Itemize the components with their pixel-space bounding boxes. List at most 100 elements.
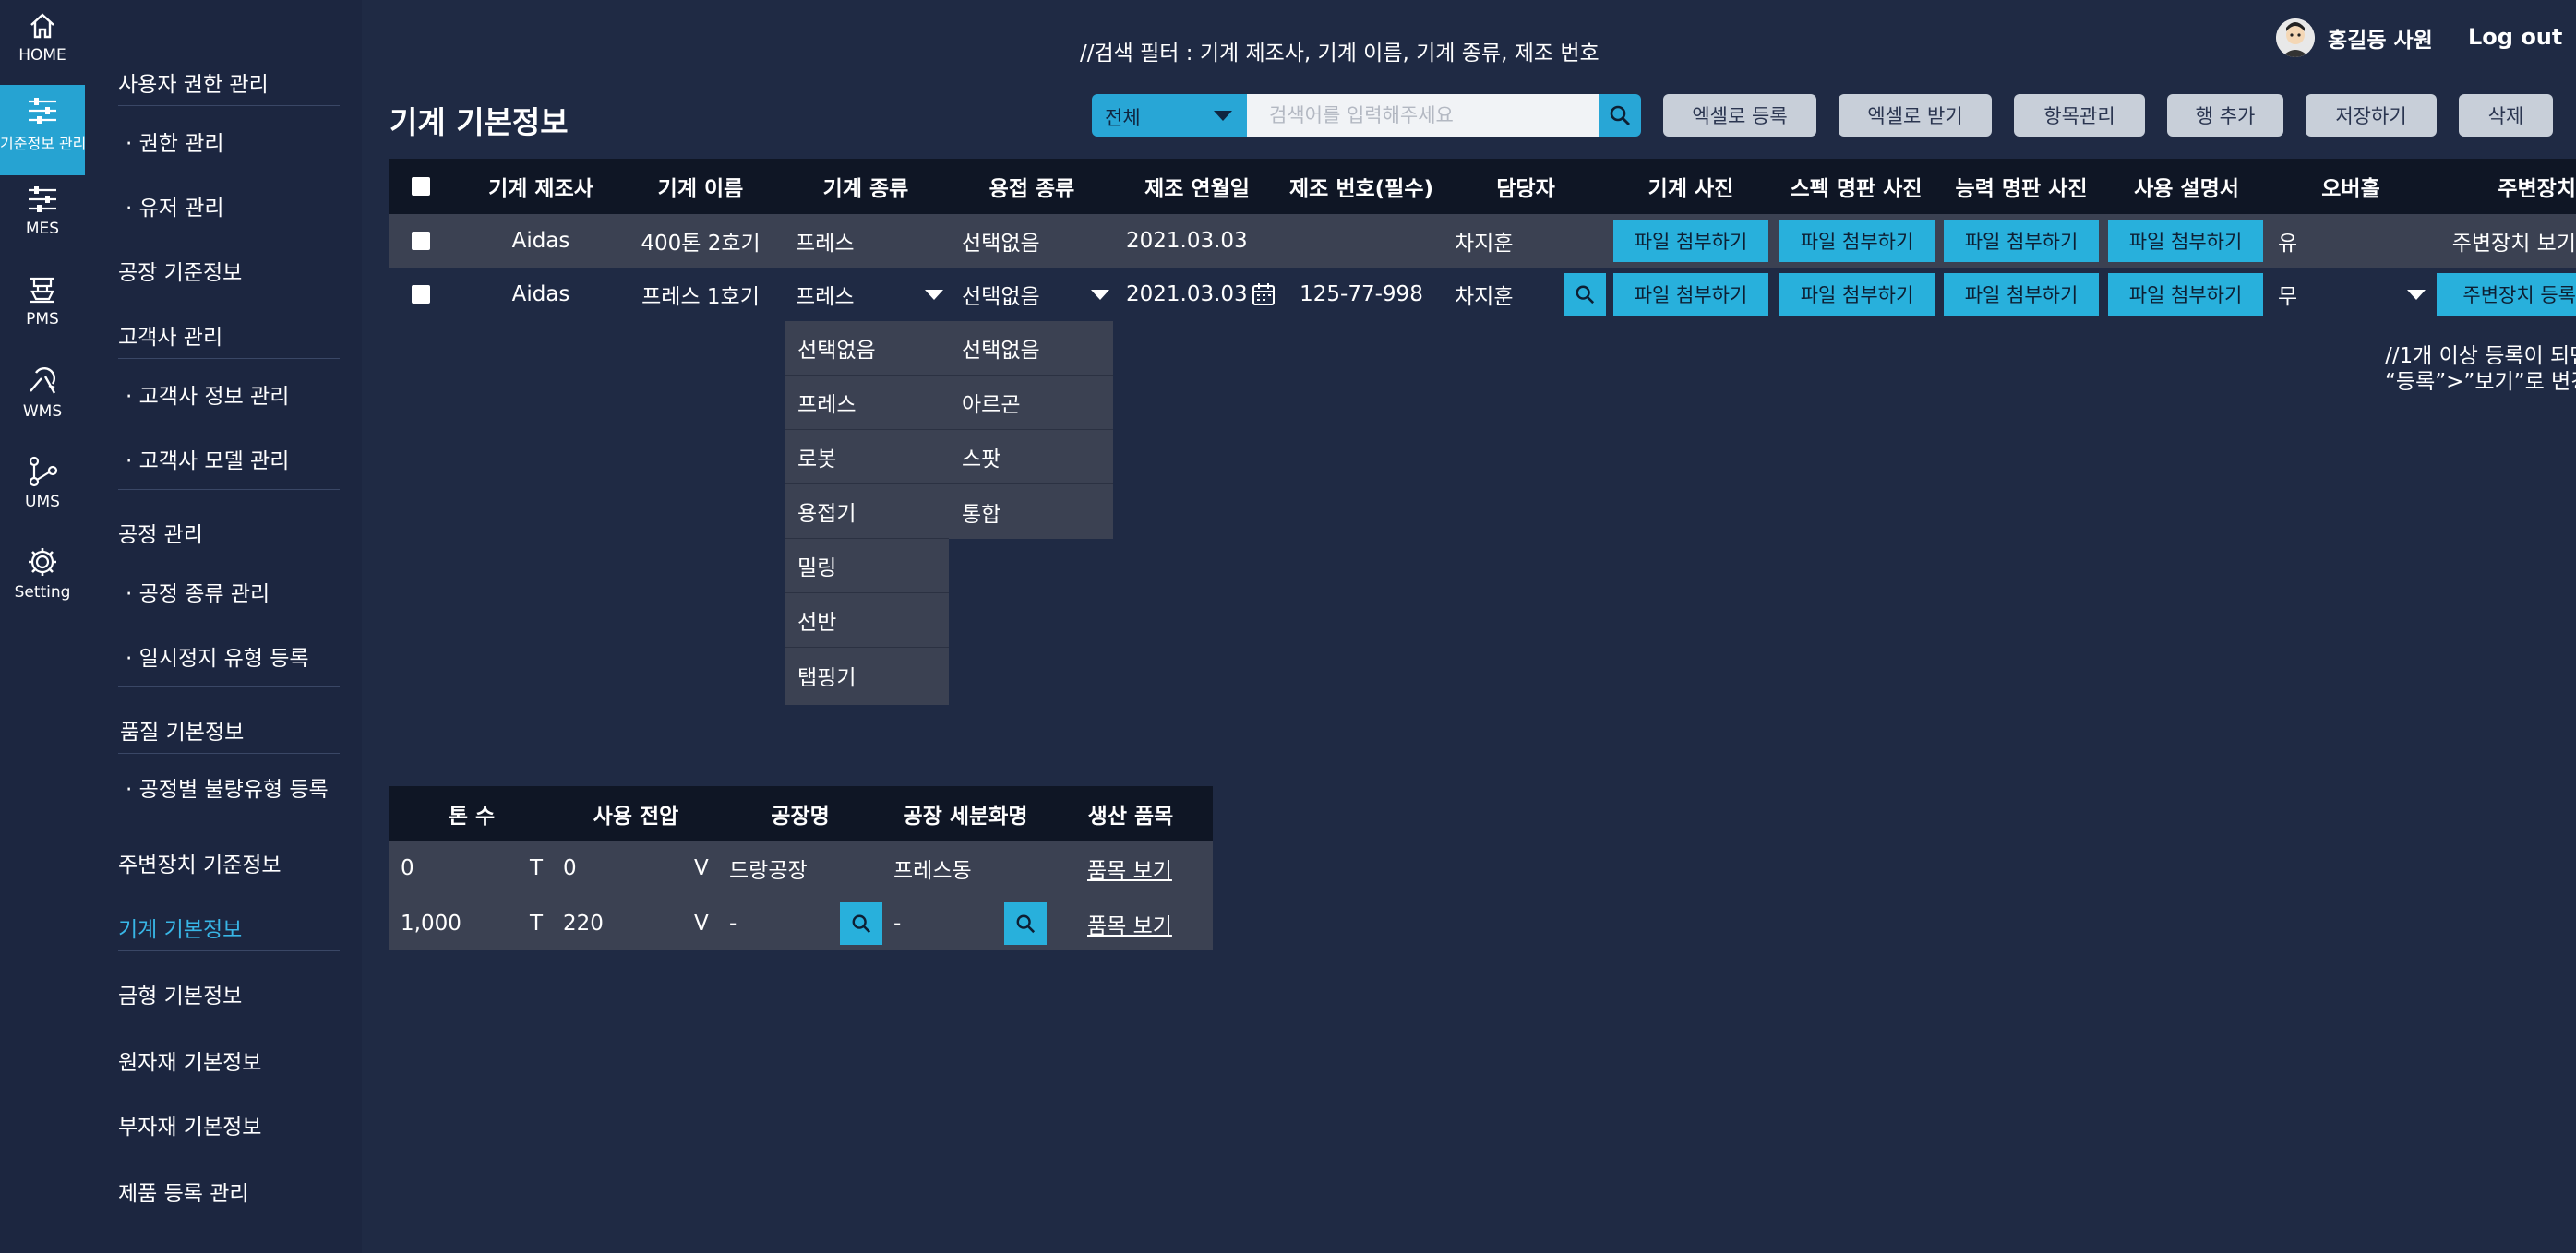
weld-option[interactable]: 선택없음 — [949, 321, 1113, 376]
attach-photo-button[interactable]: 파일 첨부하기 — [1613, 273, 1768, 316]
attach-photo-button[interactable]: 파일 첨부하기 — [1613, 220, 1768, 262]
menu-process-type[interactable]: · 공정 종류 관리 — [126, 576, 270, 607]
manager-search-button[interactable] — [1564, 273, 1606, 316]
type-select[interactable]: 프레스 — [796, 268, 949, 321]
delete-button[interactable]: 삭제 — [2459, 94, 2553, 137]
rail-home[interactable]: HOME — [0, 7, 85, 81]
column-header[interactable]: 오버홀 — [2269, 159, 2433, 214]
cell-factory-sub[interactable]: - — [893, 897, 901, 950]
menu-pause-type[interactable]: · 일시정지 유형 등록 — [126, 640, 309, 672]
save-button[interactable]: 저장하기 — [2306, 94, 2437, 137]
column-header[interactable]: 담당자 — [1444, 159, 1608, 214]
cell-name[interactable]: 프레스 1호기 — [618, 268, 783, 321]
menu-defect-type[interactable]: · 공정별 불량유형 등록 — [126, 771, 329, 803]
column-header[interactable]: 톤 수 — [389, 786, 554, 841]
column-header[interactable]: 주변장치 — [2433, 159, 2576, 214]
column-header[interactable]: 공장명 — [718, 786, 882, 841]
rail-ums[interactable]: UMS — [0, 456, 85, 530]
column-header[interactable]: 능력 명판 사진 — [1938, 159, 2104, 214]
menu-customer-model[interactable]: · 고객사 모델 관리 — [126, 443, 289, 474]
select-all-checkbox[interactable] — [412, 177, 430, 196]
factory-search-button[interactable] — [840, 902, 882, 945]
column-header[interactable]: 기계 종류 — [783, 159, 949, 214]
type-option[interactable]: 로봇 — [785, 430, 949, 484]
type-option[interactable]: 선반 — [785, 593, 949, 648]
cell-date[interactable]: 2021.03.03 — [1126, 214, 1248, 268]
date-field[interactable]: 2021.03.03 — [1126, 268, 1279, 321]
cell-overhaul[interactable]: 유 — [2278, 214, 2297, 268]
search-button[interactable] — [1599, 94, 1641, 137]
rail-wms[interactable]: WMS — [0, 365, 85, 439]
menu-machine-info[interactable]: 기계 기본정보 — [118, 912, 242, 943]
menu-process[interactable]: 공정 관리 — [118, 517, 203, 548]
rail-pms[interactable]: PMS — [0, 275, 85, 349]
cell-factory-sub[interactable]: 프레스동 — [893, 841, 972, 895]
menu-customer-info[interactable]: · 고객사 정보 관리 — [126, 378, 289, 410]
manage-columns-button[interactable]: 항목관리 — [2014, 94, 2145, 137]
column-header[interactable]: 스펙 명판 사진 — [1774, 159, 1938, 214]
cell-serial[interactable]: 125-77-998 — [1279, 268, 1444, 321]
rail-mes[interactable]: MES — [0, 185, 85, 258]
menu-product[interactable]: 제품 등록 관리 — [118, 1175, 249, 1207]
cell-name[interactable]: 400톤 2호기 — [618, 214, 783, 268]
menu-peripheral[interactable]: 주변장치 기준정보 — [118, 847, 282, 878]
add-row-button[interactable]: 행 추가 — [2167, 94, 2283, 137]
column-header[interactable]: 제조 번호(필수) — [1279, 159, 1444, 214]
cell-ton[interactable]: 0 — [401, 841, 414, 895]
menu-raw-material[interactable]: 원자재 기본정보 — [118, 1044, 261, 1076]
cell-voltage[interactable]: 220 — [563, 897, 604, 950]
column-header[interactable]: 기계 이름 — [618, 159, 783, 214]
excel-import-button[interactable]: 엑셀로 등록 — [1663, 94, 1816, 137]
view-items-link[interactable]: 품목 보기 — [1087, 897, 1172, 950]
menu-factory-info[interactable]: 공장 기준정보 — [118, 255, 242, 286]
type-option[interactable]: 탭핑기 — [785, 648, 949, 702]
cell-maker[interactable]: Aidas — [463, 214, 618, 268]
search-category-select[interactable]: 전체 — [1092, 94, 1247, 137]
row-checkbox[interactable] — [412, 232, 430, 250]
type-option[interactable]: 밀링 — [785, 539, 949, 593]
column-header[interactable]: 용접 종류 — [949, 159, 1115, 214]
type-option[interactable]: 프레스 — [785, 376, 949, 430]
cell-type[interactable]: 프레스 — [796, 214, 854, 268]
calendar-icon[interactable] — [1252, 282, 1276, 306]
cell-factory[interactable]: - — [729, 897, 737, 950]
menu-mold-info[interactable]: 금형 기본정보 — [118, 978, 242, 1009]
attach-ability-button[interactable]: 파일 첨부하기 — [1944, 273, 2099, 316]
column-header[interactable]: 기계 사진 — [1608, 159, 1774, 214]
cell-voltage[interactable]: 0 — [563, 841, 577, 895]
attach-manual-button[interactable]: 파일 첨부하기 — [2108, 220, 2263, 262]
logout-button[interactable]: Log out — [2468, 24, 2562, 50]
attach-spec-button[interactable]: 파일 첨부하기 — [1779, 273, 1935, 316]
excel-export-button[interactable]: 엑셀로 받기 — [1839, 94, 1992, 137]
view-device-link[interactable]: 주변장치 보기 — [2450, 214, 2576, 268]
factory-sub-search-button[interactable] — [1004, 902, 1047, 945]
menu-sub-material[interactable]: 부자재 기본정보 — [118, 1109, 261, 1140]
menu-permission-manage[interactable]: · 권한 관리 — [126, 125, 224, 157]
view-items-link[interactable]: 품목 보기 — [1087, 841, 1172, 895]
weld-option[interactable]: 통합 — [949, 484, 1113, 539]
rail-base-info[interactable]: 기준정보 관리 — [0, 85, 86, 175]
cell-maker[interactable]: Aidas — [463, 268, 618, 321]
menu-customer[interactable]: 고객사 관리 — [118, 319, 222, 351]
cell-weld[interactable]: 선택없음 — [962, 214, 1040, 268]
cell-manager[interactable]: 차지훈 — [1455, 268, 1513, 321]
type-option[interactable]: 용접기 — [785, 484, 949, 539]
column-header[interactable]: 제조 연월일 — [1115, 159, 1279, 214]
weld-select[interactable]: 선택없음 — [962, 268, 1115, 321]
menu-user-permission[interactable]: 사용자 권한 관리 — [118, 66, 269, 98]
weld-option[interactable]: 아르곤 — [949, 376, 1113, 430]
column-header[interactable]: 사용 설명서 — [2104, 159, 2269, 214]
column-header[interactable]: 기계 제조사 — [463, 159, 618, 214]
cell-manager[interactable]: 차지훈 — [1455, 214, 1513, 268]
column-header[interactable]: 사용 전압 — [554, 786, 718, 841]
row-checkbox[interactable] — [412, 285, 430, 304]
menu-user-manage[interactable]: · 유저 관리 — [126, 190, 224, 221]
cell-ton[interactable]: 1,000 — [401, 897, 461, 950]
user-info[interactable]: 홍길동 사원 — [2276, 18, 2433, 57]
cell-factory[interactable]: 드랑공장 — [729, 841, 808, 895]
search-input[interactable] — [1247, 94, 1599, 137]
menu-quality[interactable]: 품질 기본정보 — [120, 714, 244, 746]
type-option[interactable]: 선택없음 — [785, 321, 949, 376]
column-header[interactable]: 공장 세분화명 — [882, 786, 1048, 841]
attach-manual-button[interactable]: 파일 첨부하기 — [2108, 273, 2263, 316]
